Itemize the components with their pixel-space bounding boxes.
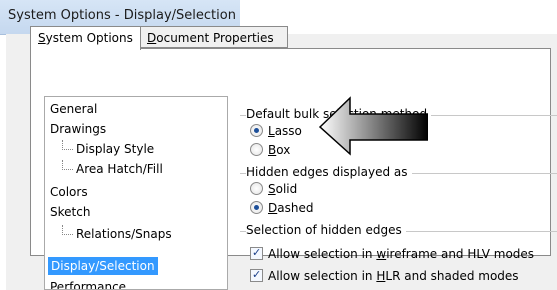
radio-box-label: Box [268,143,291,157]
radio-solid-label: Solid [268,182,298,196]
checkbox-hlr-label: Allow selection in HLR and shaded modes [268,269,519,283]
radio-lasso[interactable]: Lasso [250,123,302,139]
tree-item-display-style[interactable]: Display Style [62,140,154,158]
checkbox-hlr-indicator[interactable] [250,267,263,283]
window-title: System Options - Display/Selection [8,8,236,23]
checkbox-wireframe-label: Allow selection in wireframe and HLV mod… [268,247,535,261]
checkbox-allow-hlr-shaded[interactable]: Allow selection in HLR and shaded modes [250,267,519,284]
tree-item-area-hatch-fill-label: Area Hatch/Fill [76,162,163,176]
tree-connector-icon [62,225,73,235]
options-tree[interactable]: General Drawings Display Style Area Hatc… [44,96,228,290]
tab-system-options-label: System Options [38,31,133,45]
system-options-dialog: System Options - Display/Selection Syste… [0,0,557,290]
tree-connector-icon [62,160,73,170]
tree-item-sketch[interactable]: Sketch [50,203,90,221]
radio-lasso-indicator[interactable] [250,124,263,137]
tab-document-properties[interactable]: Document Properties [141,26,288,48]
tree-item-display-selection[interactable]: Display/Selection [48,257,158,275]
checkbox-allow-wireframe-hlv[interactable]: Allow selection in wireframe and HLV mod… [250,245,535,262]
checkbox-wireframe-indicator[interactable] [250,245,263,261]
tree-item-drawings[interactable]: Drawings [50,120,106,138]
tree-connector-icon [62,140,73,150]
group-title-selection-hidden: Selection of hidden edges [246,223,406,237]
callout-arrow-icon [318,96,428,156]
radio-lasso-label: Lasso [268,124,302,138]
tree-item-performance[interactable]: Performance [50,278,126,289]
radio-dashed[interactable]: Dashed [250,200,313,216]
group-title-hidden-edges: Hidden edges displayed as [246,165,412,179]
radio-box[interactable]: Box [250,142,290,158]
radio-solid[interactable]: Solid [250,181,297,197]
radio-solid-indicator[interactable] [250,182,263,195]
tab-system-options[interactable]: System Options [30,26,141,50]
tree-item-display-style-label: Display Style [76,142,155,156]
tree-item-area-hatch-fill[interactable]: Area Hatch/Fill [62,160,163,178]
tree-item-relations-snaps-label: Relations/Snaps [76,227,172,241]
tab-document-properties-label: Document Properties [147,31,274,45]
radio-box-indicator[interactable] [250,143,263,156]
tree-item-relations-snaps[interactable]: Relations/Snaps [62,225,172,243]
tree-item-colors[interactable]: Colors [50,183,88,201]
radio-dashed-label: Dashed [268,201,314,215]
tree-item-general[interactable]: General [50,100,97,118]
radio-dashed-indicator[interactable] [250,201,263,214]
